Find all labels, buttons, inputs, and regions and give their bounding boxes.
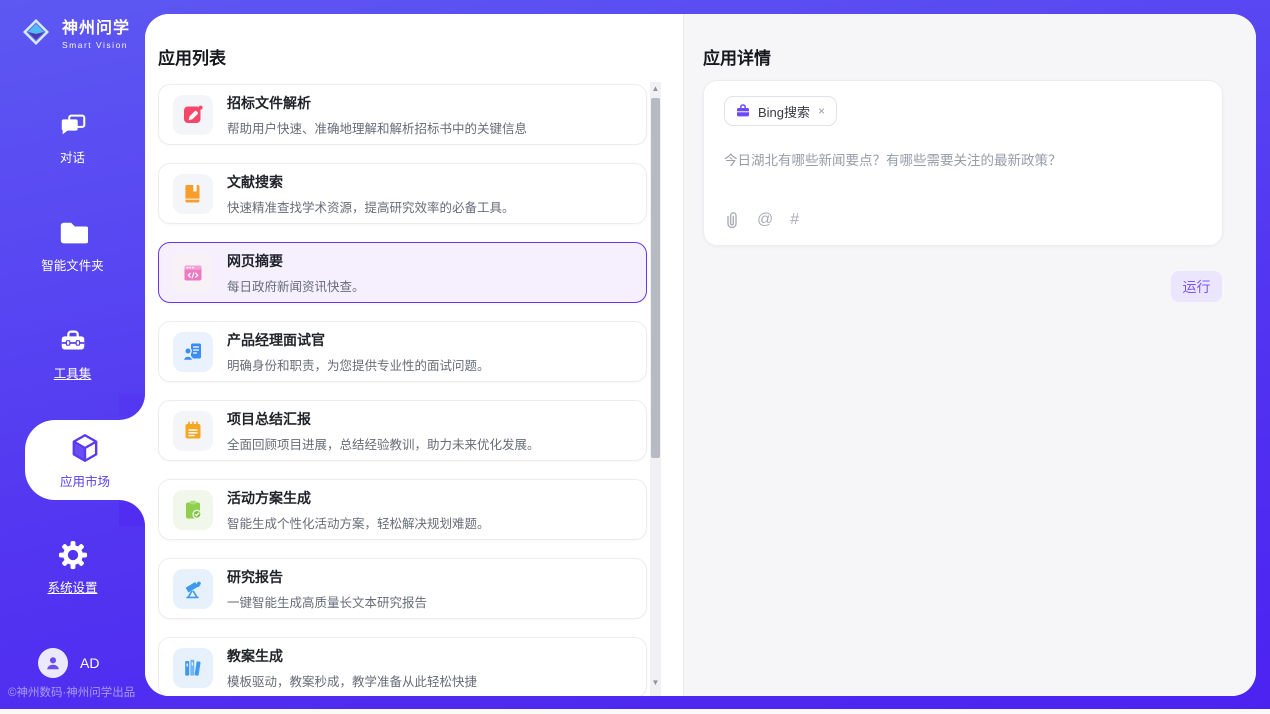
sidebar-item-app-market-active[interactable]: 应用市场	[25, 420, 145, 500]
sidebar-item-label: 智能文件夹	[41, 255, 104, 274]
app-card-research-report[interactable]: 研究报告 一键智能生成高质量长文本研究报告	[158, 558, 647, 619]
tool-tag-label: Bing搜索	[758, 102, 810, 121]
edit-document-icon	[173, 95, 213, 135]
pill-notch-bottom	[119, 500, 145, 526]
app-card-lesson-plan[interactable]: 教案生成 模板驱动，教案秒成，教学准备从此轻松快捷	[158, 637, 647, 696]
diamond-logo-icon	[18, 14, 54, 50]
toolbox-icon	[58, 326, 88, 356]
user-avatar-icon	[38, 648, 68, 678]
app-card-project-summary[interactable]: 项目总结汇报 全面回顾项目进展，总结经验教训，助力未来优化发展。	[158, 400, 647, 461]
gear-icon	[58, 540, 88, 570]
chat-icon	[58, 110, 88, 140]
sidebar-item-label: 对话	[60, 147, 85, 166]
browser-code-icon	[173, 253, 213, 293]
app-detail-title: 应用详情	[703, 44, 771, 69]
cube-icon	[68, 431, 102, 465]
sidebar-item-toolset[interactable]: 工具集	[0, 326, 145, 382]
app-card-tender-analysis[interactable]: 招标文件解析 帮助用户快速、准确地理解和解析招标书中的关键信息	[158, 84, 647, 145]
query-card: Bing搜索 × 今日湖北有哪些新闻要点？有哪些需要关注的最新政策？ @ #	[703, 80, 1223, 246]
app-card-title: 研究报告	[227, 567, 427, 587]
app-card-list: 招标文件解析 帮助用户快速、准确地理解和解析招标书中的关键信息 文献搜索 快速精…	[158, 84, 647, 696]
scroll-down-icon[interactable]: ▼	[650, 676, 661, 690]
app-list-title: 应用列表	[158, 44, 226, 69]
app-card-desc: 帮助用户快速、准确地理解和解析招标书中的关键信息	[227, 118, 527, 137]
sidebar-item-chat[interactable]: 对话	[0, 110, 145, 166]
app-card-title: 活动方案生成	[227, 488, 490, 508]
telescope-icon	[173, 569, 213, 609]
clipboard-check-icon	[173, 490, 213, 530]
sidebar: 神州问学 Smart Vision 对话 智能文件夹	[0, 0, 145, 709]
user-name: AD	[80, 655, 99, 671]
sidebar-item-label: 工具集	[54, 363, 92, 382]
app-card-title: 文献搜索	[227, 172, 515, 192]
query-input[interactable]: 今日湖北有哪些新闻要点？有哪些需要关注的最新政策？	[724, 151, 1204, 171]
app-detail-panel: 应用详情 Bing搜索 × 今日湖北有哪些新闻要点？有哪些需要关注的最新政策？	[683, 14, 1256, 696]
app-card-title: 产品经理面试官	[227, 330, 490, 350]
app-card-event-plan[interactable]: 活动方案生成 智能生成个性化活动方案，轻松解决规划难题。	[158, 479, 647, 540]
app-list-panel: 应用列表 招标文件解析 帮助用户快速、准确地理解和解析招标书中的关键信息	[145, 14, 683, 696]
close-icon[interactable]: ×	[817, 104, 826, 118]
brand-logo: 神州问学 Smart Vision	[18, 14, 130, 50]
content-frame: 应用列表 招标文件解析 帮助用户快速、准确地理解和解析招标书中的关键信息	[145, 14, 1256, 696]
app-card-desc: 一键智能生成高质量长文本研究报告	[227, 592, 427, 611]
user-account[interactable]: AD	[38, 648, 99, 678]
app-card-pm-interviewer[interactable]: 产品经理面试官 明确身份和职责，为您提供专业性的面试问题。	[158, 321, 647, 382]
scroll-up-icon[interactable]: ▲	[650, 82, 661, 96]
tool-tag-bing-search[interactable]: Bing搜索 ×	[724, 96, 837, 126]
sidebar-item-settings[interactable]: 系统设置	[0, 540, 145, 596]
hash-icon[interactable]: #	[790, 211, 799, 229]
copyright-text: ©神州数码·神州问学出品	[8, 684, 135, 700]
app-card-desc: 每日政府新闻资讯快查。	[227, 276, 365, 295]
app-card-desc: 智能生成个性化活动方案，轻松解决规划难题。	[227, 513, 490, 532]
brand-name: 神州问学	[62, 14, 130, 38]
scrollbar-thumb[interactable]	[651, 98, 660, 458]
notepad-icon	[173, 411, 213, 451]
briefcase-icon	[735, 103, 751, 119]
app-card-title: 项目总结汇报	[227, 409, 540, 429]
attachment-toolbar: @ #	[724, 211, 799, 229]
bottom-strip	[0, 709, 1270, 714]
run-button[interactable]: 运行	[1171, 271, 1222, 302]
paperclip-icon[interactable]	[724, 211, 740, 229]
interview-person-icon	[173, 332, 213, 372]
app-list-scrollbar[interactable]: ▲ ▼	[650, 82, 661, 696]
sidebar-item-smart-folders[interactable]: 智能文件夹	[0, 218, 145, 274]
app-card-desc: 模板驱动，教案秒成，教学准备从此轻松快捷	[227, 671, 477, 690]
app-card-desc: 全面回顾项目进展，总结经验教训，助力未来优化发展。	[227, 434, 540, 453]
app-card-title: 招标文件解析	[227, 93, 527, 113]
app-card-desc: 明确身份和职责，为您提供专业性的面试问题。	[227, 355, 490, 374]
pill-notch-top	[119, 394, 145, 420]
book-icon	[173, 174, 213, 214]
brand-subtitle: Smart Vision	[62, 40, 130, 50]
app-card-desc: 快速精准查找学术资源，提高研究效率的必备工具。	[227, 197, 515, 216]
app-card-title: 网页摘要	[227, 251, 365, 271]
sidebar-item-label: 应用市场	[60, 471, 110, 490]
sidebar-item-label: 系统设置	[47, 577, 97, 596]
mention-icon[interactable]: @	[757, 211, 773, 229]
folder-icon	[58, 218, 88, 248]
books-icon	[173, 648, 213, 688]
app-card-web-summary-selected[interactable]: 网页摘要 每日政府新闻资讯快查。	[158, 242, 647, 303]
app-card-literature-search[interactable]: 文献搜索 快速精准查找学术资源，提高研究效率的必备工具。	[158, 163, 647, 224]
app-card-title: 教案生成	[227, 646, 477, 666]
